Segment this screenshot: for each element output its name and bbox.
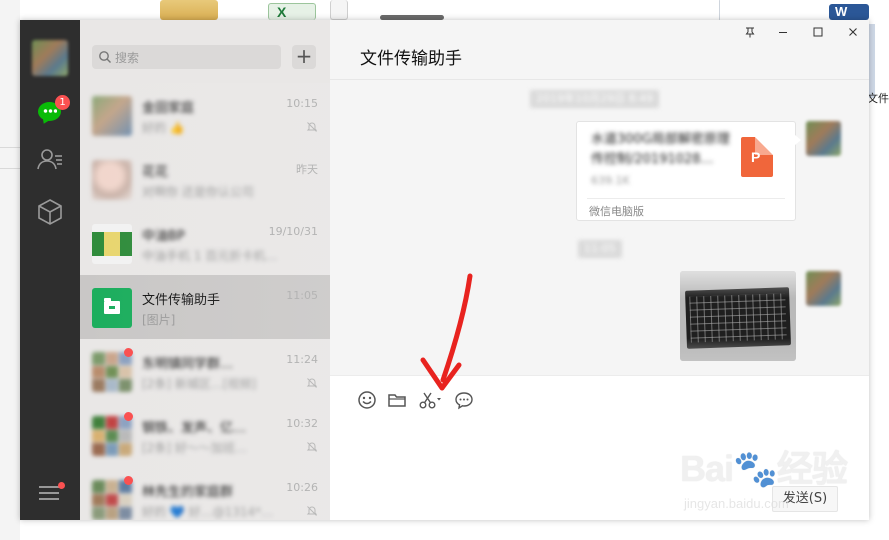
- send-file-button[interactable]: [387, 390, 407, 410]
- chat-item-file-transfer[interactable]: 文件传输助手 [图片] 11:05: [80, 275, 330, 339]
- unread-badge: 1: [55, 95, 70, 110]
- minimize-button[interactable]: [773, 25, 793, 43]
- chat-name: 钢铁、发声、亿…: [142, 421, 247, 436]
- chat-avatar: [92, 160, 132, 200]
- chat-preview: [2条] 好～～加班…: [142, 441, 247, 455]
- close-button[interactable]: [843, 25, 863, 43]
- add-chat-button[interactable]: +: [292, 45, 316, 69]
- search-icon: [99, 51, 111, 63]
- desktop-divider: [719, 0, 720, 20]
- file-source: 微信电脑版: [589, 205, 644, 218]
- chat-preview: 好的 💙 好…@1314*…: [142, 505, 274, 519]
- chat-list: 金田家庭 好的 👍 10:15 花花 对啊你 还是你认公司 昨天 中油BP 中油…: [80, 83, 330, 520]
- chat-preview: [图片]: [142, 313, 176, 327]
- menu-icon: [39, 486, 59, 488]
- conversation-header: 文件传输助手: [330, 20, 869, 80]
- chat-name: 花花: [142, 165, 169, 180]
- chat-avatar: [92, 352, 132, 392]
- file-size: 639.1K: [591, 174, 630, 187]
- unread-dot: [124, 348, 133, 357]
- baidu-jingyan-watermark: Bai🐾经验 jingyan.baidu.com: [680, 440, 880, 520]
- chat-name: 金田家庭: [142, 101, 195, 116]
- chat-item[interactable]: 金田家庭 好的 👍 10:15: [80, 83, 330, 147]
- mute-bell-icon: [306, 442, 318, 452]
- annotation-arrow-icon: [420, 273, 473, 391]
- message-timestamp: 11:05: [578, 240, 622, 258]
- favorites-box-icon: [38, 199, 62, 225]
- user-avatar[interactable]: [32, 40, 68, 76]
- chat-avatar: [92, 416, 132, 456]
- chat-preview: 好的 👍: [142, 121, 185, 135]
- chat-item[interactable]: 东明镇同学群… [2条] 新城区…[视频] 11:24: [80, 339, 330, 403]
- chat-item[interactable]: 花花 对啊你 还是你认公司 昨天: [80, 147, 330, 211]
- mute-bell-icon: [306, 122, 318, 132]
- file-transfer-avatar: [92, 288, 132, 328]
- desktop-document-icon[interactable]: [330, 0, 348, 20]
- ppt-file-icon: P: [741, 137, 773, 177]
- desktop-folder-icon[interactable]: [160, 0, 218, 20]
- file-message[interactable]: 水道300G局部解密原理传控制/20191028… 639.1K P 微信电脑版: [576, 121, 801, 221]
- favorites-tab[interactable]: [35, 197, 65, 227]
- mute-bell-icon: [306, 378, 318, 388]
- chat-item[interactable]: 钢铁、发声、亿… [2条] 好～～加班… 10:32: [80, 403, 330, 467]
- chat-preview: 对啊你 还是你认公司: [142, 185, 254, 199]
- maximize-icon: [813, 27, 823, 37]
- chat-name: 中油BP: [142, 229, 185, 244]
- chat-name: 文件传输助手: [142, 293, 221, 308]
- chat-preview: [2条] 新城区…[视频]: [142, 377, 257, 391]
- chat-name: 东明镇同学群…: [142, 357, 234, 372]
- message-timestamp: 2019年10月29日 8:49: [530, 90, 660, 108]
- watermark-logo: Bai🐾经验: [680, 448, 848, 489]
- folder-icon: [104, 298, 120, 314]
- desktop-file-label: 文件.: [867, 92, 889, 105]
- sender-avatar[interactable]: [806, 271, 841, 306]
- chat-time: 10:32: [286, 417, 318, 430]
- emoji-button[interactable]: [357, 390, 377, 410]
- pin-button[interactable]: [740, 25, 760, 43]
- chat-time: 10:26: [286, 481, 318, 494]
- conversation-title: 文件传输助手: [360, 49, 462, 69]
- chat-preview: 中油手机 1 百元折卡机…: [142, 249, 278, 263]
- folder-icon: [388, 394, 406, 407]
- chat-avatar: [92, 224, 132, 264]
- menu-button[interactable]: [39, 482, 65, 506]
- contacts-icon: [37, 149, 62, 170]
- chat-avatar: [92, 480, 132, 520]
- emoji-icon: [358, 391, 376, 409]
- chat-list-panel: 搜索 + 金田家庭 好的 👍 10:15 花花 对啊你 还是你认公司 昨天 中油…: [80, 20, 330, 520]
- maximize-button[interactable]: [808, 25, 828, 43]
- minimize-icon: [779, 32, 787, 33]
- desktop-left-window-edge: [0, 0, 20, 540]
- chat-name: 林先生的家庭群: [142, 485, 234, 500]
- chat-time: 10:15: [286, 97, 318, 110]
- chat-tab[interactable]: 1: [35, 95, 70, 127]
- unread-dot: [124, 476, 133, 485]
- chat-avatar: [92, 96, 132, 136]
- desktop-word-icon[interactable]: W: [829, 4, 869, 20]
- chat-time: 11:05: [286, 289, 318, 302]
- unread-dot: [124, 412, 133, 421]
- menu-notification-dot: [58, 482, 65, 489]
- close-icon: [849, 28, 857, 36]
- mute-bell-icon: [306, 506, 318, 516]
- chat-time: 19/10/31: [268, 225, 318, 238]
- chat-time: 昨天: [296, 163, 318, 176]
- chat-item[interactable]: 林先生的家庭群 好的 💙 好…@1314*… 10:26: [80, 467, 330, 520]
- watermark-url: jingyan.baidu.com: [684, 496, 789, 511]
- pin-icon: [745, 27, 755, 38]
- nav-sidebar: 1: [20, 20, 80, 520]
- contacts-tab[interactable]: [35, 145, 65, 175]
- chat-time: 11:24: [286, 353, 318, 366]
- file-name: 水道300G局部解密原理传控制/20191028…: [591, 132, 730, 167]
- image-message-keyboard[interactable]: [680, 271, 796, 361]
- search-placeholder: 搜索: [115, 51, 140, 65]
- desktop-excel-icon[interactable]: X: [268, 3, 316, 20]
- chat-item[interactable]: 中油BP 中油手机 1 百元折卡机… 19/10/31: [80, 211, 330, 275]
- sender-avatar[interactable]: [806, 121, 841, 156]
- search-input[interactable]: 搜索: [92, 45, 281, 69]
